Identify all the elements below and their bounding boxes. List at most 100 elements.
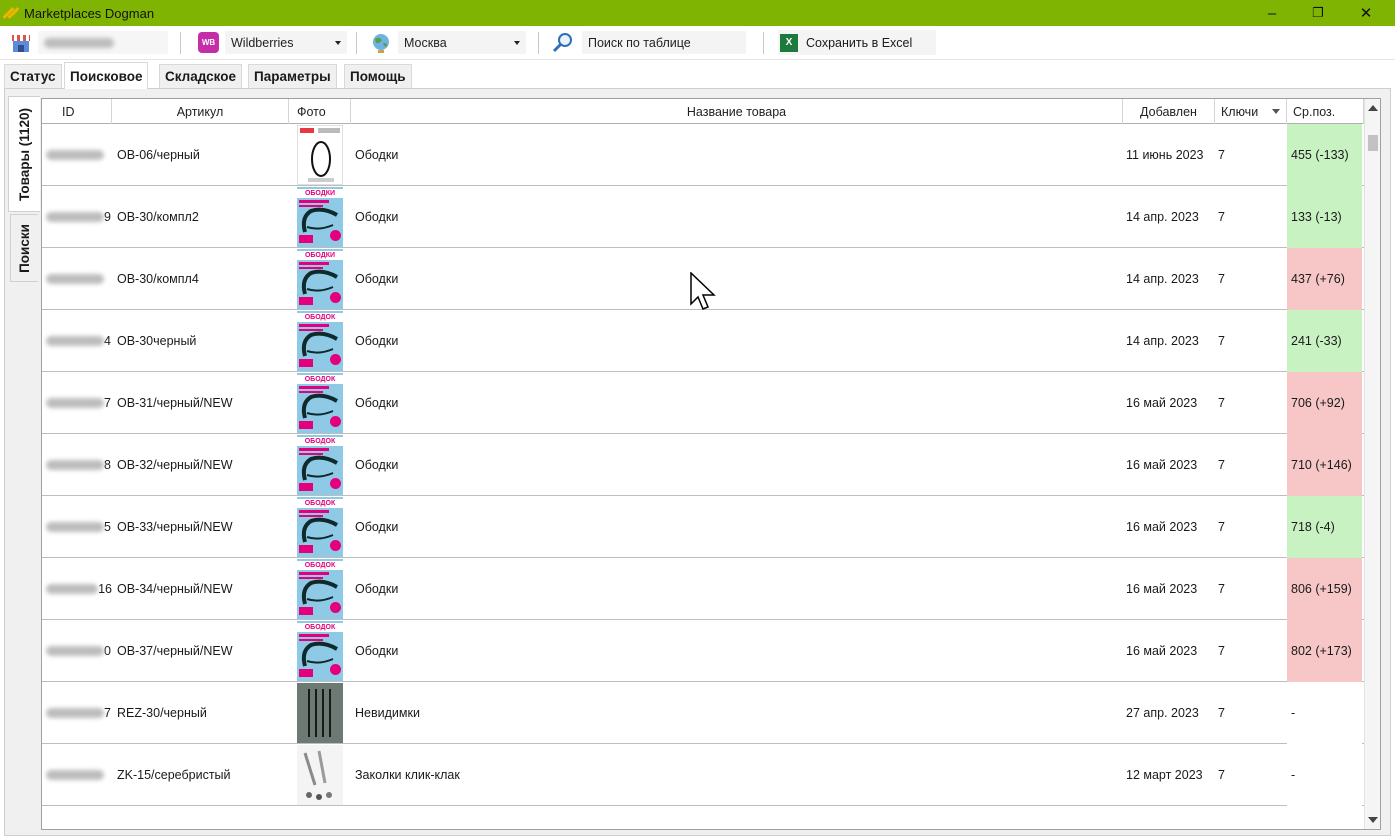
marketplace-selector[interactable]: WB Wildberries [198,30,348,55]
id-visible-tail: 4 [104,334,111,348]
id-redacted [46,336,104,346]
table-search[interactable]: Поиск по таблице [552,30,750,55]
cell-id: 7 [42,372,112,434]
cell-avg-position: 710 (+146) [1287,434,1362,496]
cell-added-date: 27 апр. 2023 [1126,706,1199,720]
city-value: Москва [404,35,447,50]
close-button[interactable]: ✕ [1343,0,1389,26]
cell-article: OB-32/черный/NEW [117,458,233,472]
tab-status[interactable]: Статус [4,64,62,88]
search-placeholder: Поиск по таблице [588,35,691,50]
table-row[interactable]: 0 OB-37/черный/NEW ОБОДОК Ободки 16 май 2023… [42,620,1364,682]
cell-added-date: 14 апр. 2023 [1126,334,1199,348]
cell-avg-position: 718 (-4) [1287,496,1362,558]
table-row[interactable]: ZK-15/серебристый Заколки клик-клак 12 мар… [42,744,1364,806]
product-photo[interactable]: ОБОДОК [297,559,343,619]
cell-article: OB-37/черный/NEW [117,644,233,658]
scroll-down-icon[interactable] [1368,817,1378,823]
table-row[interactable]: 8 OB-32/черный/NEW ОБОДОК Ободки 16 май 2023… [42,434,1364,496]
id-redacted [46,708,104,718]
sort-desc-icon [1272,109,1280,114]
cell-id: 9 [42,186,112,248]
product-photo[interactable]: ОБОДКИ [297,187,343,247]
scroll-up-icon[interactable] [1368,105,1378,111]
product-photo[interactable] [297,125,343,185]
id-redacted [46,460,104,470]
cell-added-date: 14 апр. 2023 [1126,272,1199,286]
table-row[interactable]: OB-06/черный Ободки 11 июнь 2023 7 455 (-133… [42,124,1364,186]
product-photo[interactable] [297,683,343,743]
id-redacted [46,274,104,284]
product-photo[interactable]: ОБОДОК [297,311,343,371]
cell-avg-position: 802 (+173) [1287,620,1362,682]
column-header-added[interactable]: Добавлен [1123,99,1215,124]
column-header-id[interactable]: ID [42,99,112,124]
save-excel-button[interactable]: X Сохранить в Excel [778,30,936,55]
cell-added-date: 16 май 2023 [1126,396,1198,410]
cell-article: OB-30/компл4 [117,272,199,286]
id-redacted [46,212,104,222]
column-header-keys[interactable]: Ключи [1215,99,1287,124]
tab-search[interactable]: Поисковое [64,62,149,89]
product-photo[interactable]: ОБОДОК [297,373,343,433]
side-tab-searches[interactable]: Поиски [10,214,38,282]
product-photo[interactable]: ОБОДОК [297,435,343,495]
id-visible-tail: 8 [104,458,111,472]
cell-id [42,124,112,186]
table-row[interactable]: 7 REZ-30/черный Невидимки 27 апр. 2023 7 - [42,682,1364,744]
cell-product-name: Ободки [355,396,399,410]
column-header-article[interactable]: Артикул [112,99,289,124]
cell-product-name: Ободки [355,210,399,224]
table-row[interactable]: 5 OB-33/черный/NEW ОБОДОК Ободки 16 май 2023… [42,496,1364,558]
cell-avg-position: - [1287,744,1362,806]
search-input[interactable]: Поиск по таблице [582,31,746,54]
table-row[interactable]: 16 OB-34/черный/NEW ОБОДОК Ободки 16 май 202… [42,558,1364,620]
cell-article: OB-30черный [117,334,197,348]
marketplace-combo[interactable]: Wildberries [225,31,347,54]
cell-keys: 7 [1218,396,1225,410]
marketplace-value: Wildberries [231,35,294,50]
product-photo[interactable] [297,745,343,805]
column-header-keys-label: Ключи [1221,104,1259,119]
cell-added-date: 14 апр. 2023 [1126,210,1199,224]
id-redacted [46,398,104,408]
cell-id [42,744,112,806]
table-row[interactable]: 7 OB-31/черный/NEW ОБОДОК Ободки 16 май 2023… [42,372,1364,434]
product-photo[interactable]: ОБОДОК [297,497,343,557]
tab-warehouse[interactable]: Складское [159,64,242,88]
minimize-button[interactable]: – [1249,0,1295,26]
table-row[interactable]: 4 OB-30черный ОБОДОК Ободки 14 апр. 2023 7 241… [42,310,1364,372]
cell-added-date: 12 март 2023 [1126,768,1203,782]
account-combo[interactable] [38,31,168,54]
product-photo[interactable]: ОБОДКИ [297,249,343,309]
restore-button[interactable]: ❐ [1295,0,1341,26]
tab-help[interactable]: Помощь [344,64,412,88]
table-row[interactable]: 9 OB-30/компл2 ОБОДКИ Ободки 14 апр. 2023 7 13… [42,186,1364,248]
account-selector[interactable] [10,30,168,55]
cell-product-name: Ободки [355,272,399,286]
id-redacted [46,646,104,656]
cell-product-name: Ободки [355,458,399,472]
chevron-down-icon [335,40,341,45]
side-tab-products[interactable]: Товары (1120) [8,96,40,212]
city-selector[interactable]: Москва [370,30,528,55]
column-header-photo[interactable]: Фото [289,99,351,124]
city-combo[interactable]: Москва [398,31,526,54]
id-visible-tail: 16 [98,582,112,596]
title-bar: Marketplaces Dogman – ❐ ✕ [0,0,1395,26]
product-photo[interactable]: ОБОДОК [297,621,343,681]
toolbar-separator [763,32,764,54]
cell-added-date: 16 май 2023 [1126,644,1198,658]
cell-article: OB-06/черный [117,148,200,162]
side-tab-searches-label: Поиски [17,223,32,273]
cell-product-name: Ободки [355,582,399,596]
vertical-scrollbar[interactable] [1364,99,1380,829]
cell-article: ZK-15/серебристый [117,768,231,782]
column-header-name[interactable]: Название товара [351,99,1123,124]
scrollbar-thumb[interactable] [1368,135,1378,151]
cell-keys: 7 [1218,768,1225,782]
tab-params[interactable]: Параметры [248,64,337,88]
cell-avg-position: 806 (+159) [1287,558,1362,620]
cell-keys: 7 [1218,582,1225,596]
column-header-avg-position[interactable]: Ср.поз. [1287,99,1364,124]
